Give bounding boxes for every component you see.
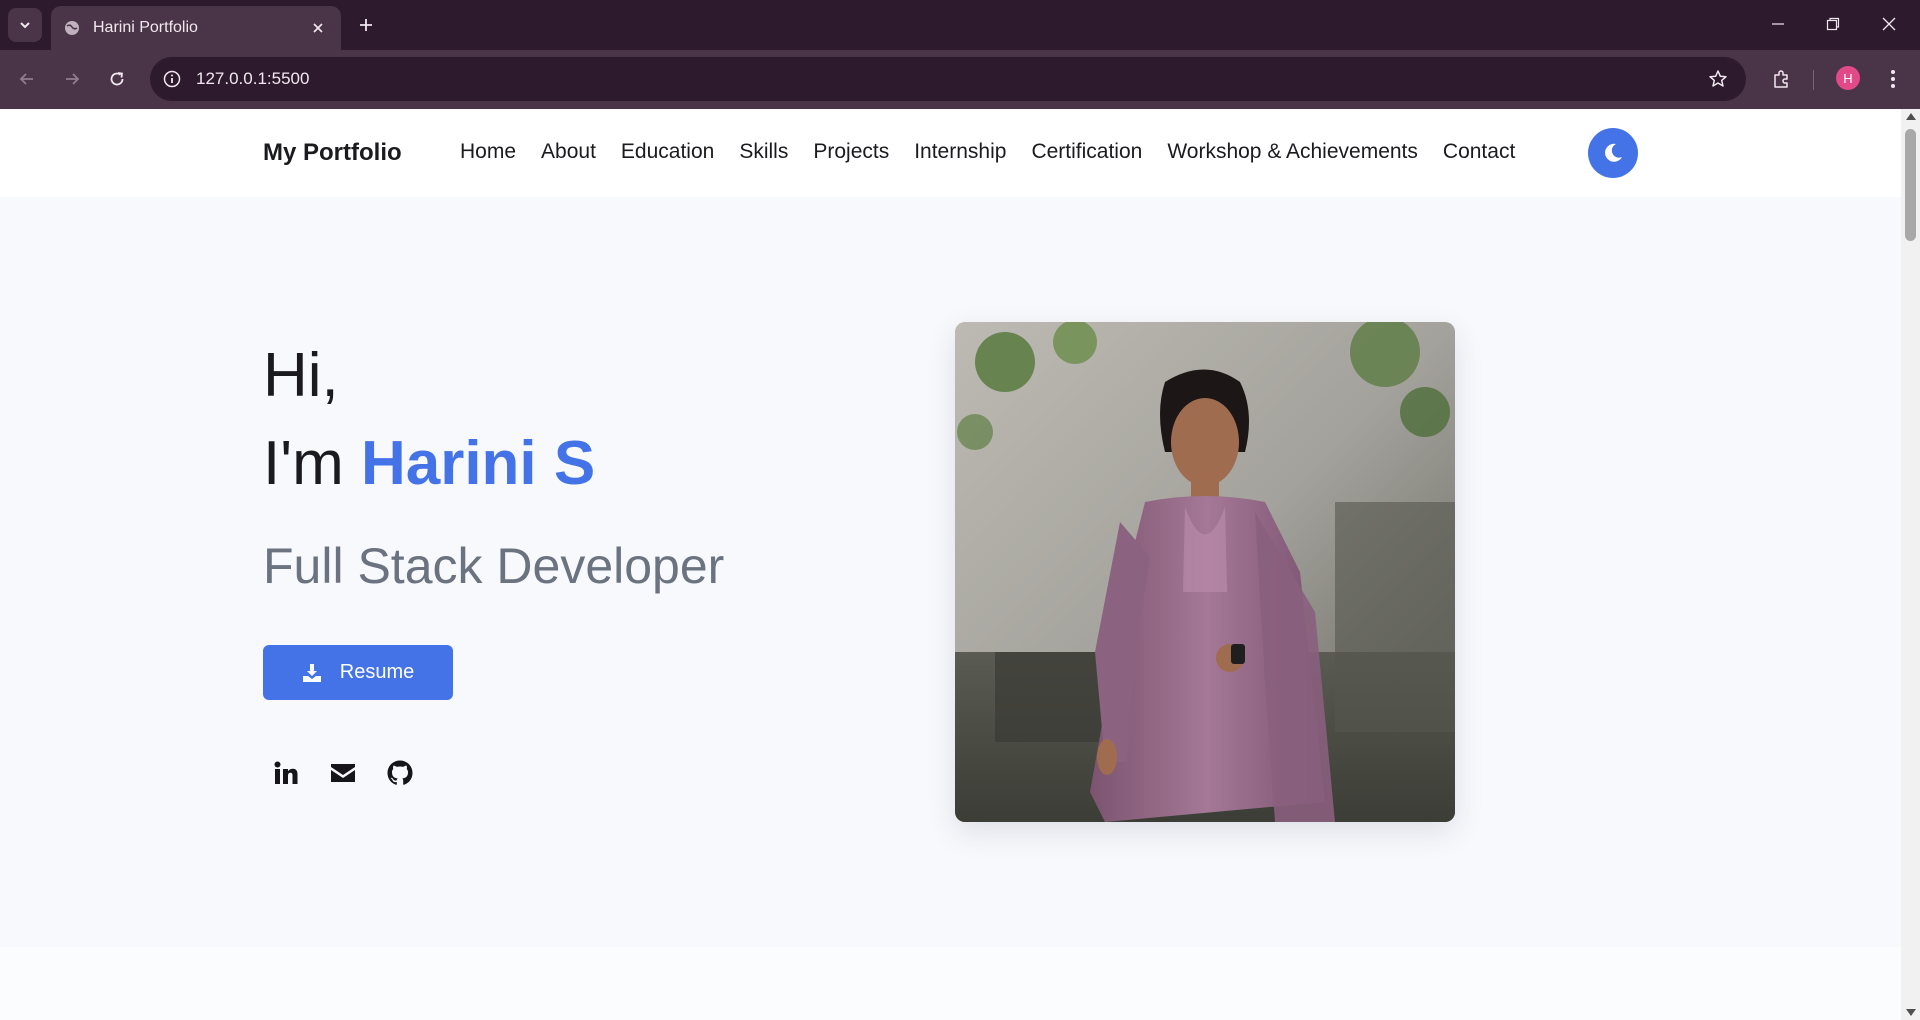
minimize-button[interactable]: [1755, 8, 1801, 40]
next-section-top: [0, 947, 1901, 1020]
plus-icon: [360, 19, 372, 31]
tab-title: Harini Portfolio: [93, 19, 198, 36]
bookmark-star-icon[interactable]: [1698, 59, 1738, 99]
nav-link-certification[interactable]: Certification: [1031, 140, 1142, 164]
scroll-thumb[interactable]: [1905, 129, 1916, 241]
nav-link-contact[interactable]: Contact: [1443, 140, 1515, 164]
nav-link-skills[interactable]: Skills: [739, 140, 788, 164]
hero-intro-prefix: I'm: [263, 429, 361, 498]
globe-icon: [63, 19, 81, 37]
social-links: [270, 757, 416, 789]
nav-link-internship[interactable]: Internship: [914, 140, 1006, 164]
browser-tab[interactable]: Harini Portfolio: [51, 6, 341, 50]
reload-icon: [110, 72, 124, 86]
hero-role: Full Stack Developer: [263, 538, 725, 594]
nav-link-education[interactable]: Education: [621, 140, 714, 164]
forward-button[interactable]: [55, 62, 89, 96]
hero-section: Hi, I'm Harini S Full Stack Developer Re…: [0, 197, 1901, 947]
tab-strip: Harini Portfolio: [0, 0, 1920, 50]
theme-toggle-button[interactable]: [1588, 128, 1638, 178]
hero-name: Harini S: [360, 429, 596, 498]
chevron-down-icon: [20, 22, 30, 29]
brand-logo[interactable]: My Portfolio: [263, 139, 402, 167]
nav-link-home[interactable]: Home: [460, 140, 516, 164]
nav-link-projects[interactable]: Projects: [813, 140, 889, 164]
browser-toolbar: 127.0.0.1:5500 H: [0, 50, 1920, 109]
new-tab-button[interactable]: [352, 11, 380, 39]
address-bar[interactable]: 127.0.0.1:5500: [150, 57, 1746, 101]
minimize-icon: [1772, 23, 1784, 25]
restore-icon: [1826, 17, 1840, 31]
url-text: 127.0.0.1:5500: [196, 69, 310, 88]
kebab-menu-icon[interactable]: [1876, 62, 1910, 96]
site-navbar: My Portfolio Home About Education Skills…: [0, 109, 1901, 197]
tab-search-button[interactable]: [8, 8, 42, 42]
reload-button[interactable]: [100, 62, 134, 96]
resume-label: Resume: [339, 661, 415, 683]
arrow-left-icon: [19, 73, 33, 85]
linkedin-icon[interactable]: [270, 757, 302, 789]
resume-download-button[interactable]: Resume: [263, 645, 453, 700]
download-icon: [302, 663, 321, 682]
close-icon: [1882, 17, 1896, 31]
nav-link-workshop[interactable]: Workshop & Achievements: [1167, 140, 1418, 164]
github-icon[interactable]: [384, 757, 416, 789]
moon-icon: [1605, 143, 1622, 162]
toolbar-divider: [1813, 70, 1814, 90]
nav-links: Home About Education Skills Projects Int…: [460, 140, 1540, 164]
page-scrollbar[interactable]: [1901, 109, 1920, 1020]
site-info-icon[interactable]: [152, 59, 192, 99]
nav-link-about[interactable]: About: [541, 140, 596, 164]
hero-greeting: Hi,: [263, 341, 339, 410]
scroll-down-arrow[interactable]: [1906, 1009, 1916, 1016]
hero-intro: I'm Harini S: [263, 428, 595, 499]
scroll-up-arrow[interactable]: [1906, 113, 1916, 120]
profile-avatar[interactable]: H: [1836, 66, 1860, 90]
restore-button[interactable]: [1810, 8, 1856, 40]
profile-photo: [955, 322, 1455, 822]
close-tab-icon[interactable]: [307, 17, 329, 39]
email-icon[interactable]: [327, 757, 359, 789]
back-button[interactable]: [10, 62, 44, 96]
close-window-button[interactable]: [1866, 8, 1912, 40]
page-viewport: My Portfolio Home About Education Skills…: [0, 109, 1920, 1020]
extensions-icon[interactable]: [1764, 62, 1798, 96]
arrow-right-icon: [66, 73, 80, 85]
